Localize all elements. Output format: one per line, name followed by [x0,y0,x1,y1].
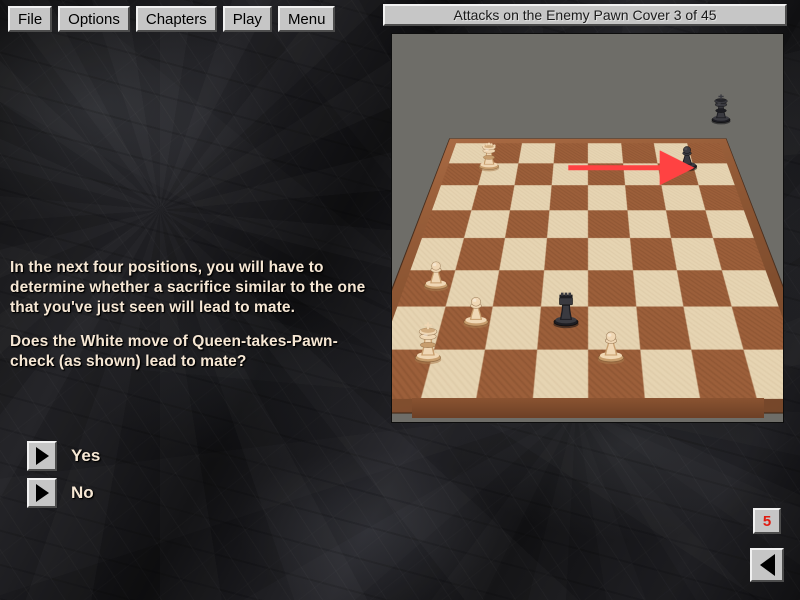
board-square [686,143,727,164]
board-square [505,209,549,238]
board-square [532,349,589,400]
back-button[interactable] [750,548,784,582]
board-square [587,163,625,186]
instruction-paragraph-2: Does the White move of Queen-takes-Pawn-… [10,333,338,370]
board-square [632,269,684,307]
board-square [639,349,701,400]
board-square [476,349,537,400]
answer-options: Yes No [27,441,100,515]
board-square [553,143,588,164]
triangle-left-icon [759,554,775,576]
board-square [543,238,589,270]
application-window: File Options Chapters Play Menu Attacks … [0,0,800,600]
board-square [448,143,490,164]
board-square [546,209,588,238]
chessboard-squares [392,143,783,400]
board-square [588,269,636,307]
triangle-right-icon[interactable] [27,441,57,471]
board-square [477,163,519,186]
instruction-text: In the next four positions, you will hav… [10,258,378,372]
board-square [635,306,692,350]
menu-bar: File Options Chapters Play Menu [8,6,336,32]
board-square [463,209,511,238]
menu-menu[interactable]: Menu [277,6,336,32]
board-square [518,143,555,164]
answer-yes[interactable]: Yes [27,441,100,471]
board-square [657,163,699,186]
chessboard-3d [392,138,783,413]
board-square [622,163,662,186]
board-square [587,209,630,238]
chessboard-panel[interactable] [391,33,784,423]
board-square [514,163,554,186]
menu-chapters[interactable]: Chapters [135,6,217,32]
board-square [626,209,671,238]
instruction-paragraph-1: In the next four positions, you will hav… [10,259,366,316]
answer-yes-label: Yes [71,446,101,465]
board-square [536,306,589,350]
board-square [440,163,484,186]
chessboard-stage [392,34,783,422]
board-square [620,143,658,164]
answer-no-label: No [71,483,94,502]
board-square [587,143,623,164]
menu-options[interactable]: Options [58,6,130,32]
board-square [551,163,588,186]
answer-no[interactable]: No [27,478,100,508]
board-square [653,143,693,164]
lesson-title-text: Attacks on the Enemy Pawn Cover 3 of 45 [453,7,717,23]
board-square [588,306,640,350]
board-square [629,238,677,270]
board-square [433,306,493,350]
board-square [483,143,522,164]
board-square [445,269,500,307]
menu-file[interactable]: File [8,6,53,32]
board-square [492,269,544,307]
menu-play[interactable]: Play [222,6,272,32]
board-square [485,306,541,350]
board-square [499,238,547,270]
board-square [588,238,633,270]
board-square [454,238,505,270]
lesson-title-bar: Attacks on the Enemy Pawn Cover 3 of 45 [383,4,787,26]
chessboard-edge-slab [412,398,764,418]
board-square [540,269,589,307]
attempt-counter-value: 5 [762,512,772,530]
board-square [588,349,645,400]
attempt-counter: 5 [753,508,781,534]
triangle-right-icon[interactable] [27,478,57,508]
